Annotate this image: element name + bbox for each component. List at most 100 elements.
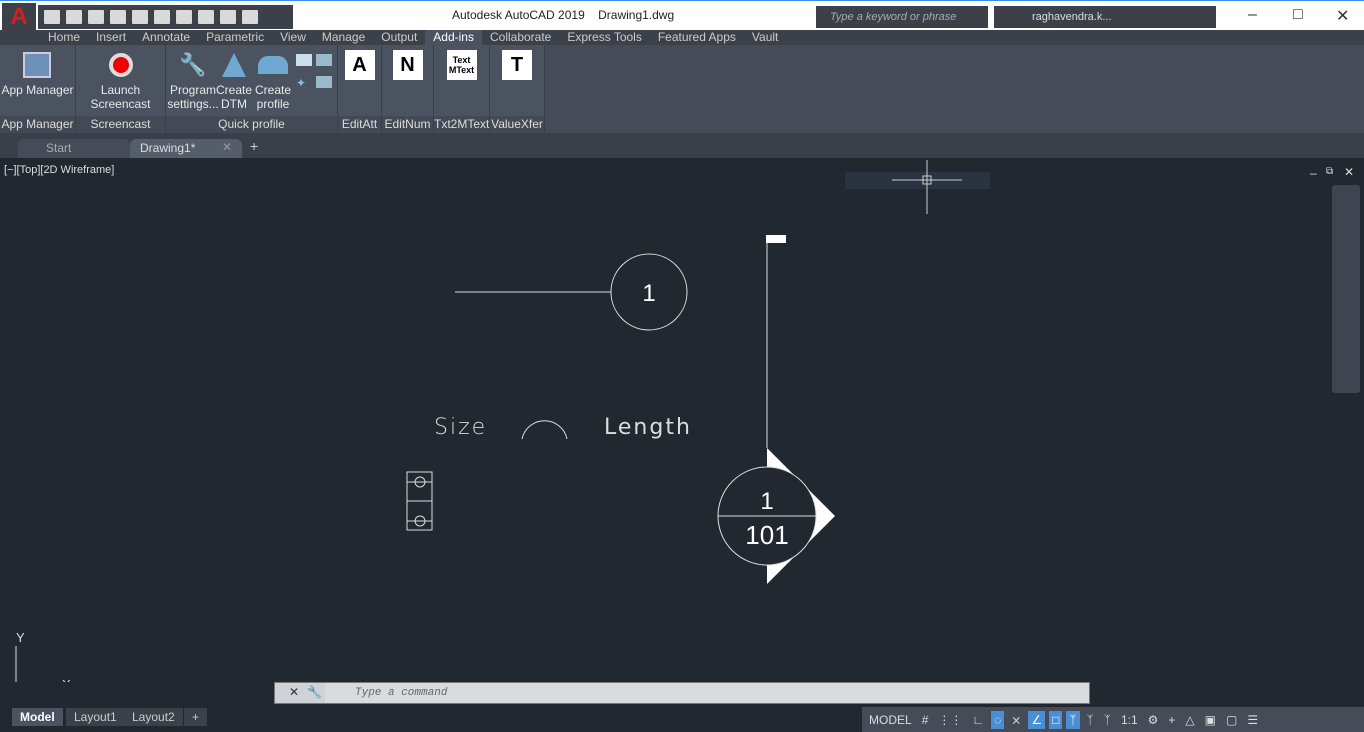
web-open-icon[interactable]: [154, 10, 170, 24]
document-tabs: Start Drawing1* ✕ +: [0, 133, 1364, 158]
app-manager-button[interactable]: App Manager: [1, 50, 74, 116]
panel-app-manager: App Manager App Manager: [0, 45, 76, 133]
length-label[interactable]: Length: [604, 415, 692, 440]
tools-icon: 🔧: [179, 52, 207, 77]
user-signin[interactable]: raghavendra.k...: [994, 6, 1216, 28]
tab-insert[interactable]: Insert: [88, 30, 134, 45]
add-layout-button[interactable]: +: [184, 708, 208, 726]
panel-title: Screencast Plugin: [76, 116, 165, 148]
tab-express-tools[interactable]: Express Tools: [559, 30, 649, 45]
ribbon-tabs: Home Insert Annotate Parametric View Man…: [0, 30, 1364, 45]
valuexfer-button[interactable]: T: [502, 50, 532, 80]
gear-icon[interactable]: ⚙: [1145, 711, 1162, 729]
maximize-button[interactable]: □: [1293, 6, 1303, 24]
new-icon[interactable]: [44, 10, 60, 24]
editnum-button[interactable]: N: [392, 50, 423, 80]
ortho-icon[interactable]: ∟: [969, 711, 987, 729]
editatt-button[interactable]: A: [344, 50, 375, 80]
tab-parametric[interactable]: Parametric: [198, 30, 272, 45]
create-profile-button[interactable]: Create profile: [254, 50, 292, 116]
auto-scale-icon[interactable]: ᛉ: [1084, 711, 1097, 729]
layout-tab-model[interactable]: Model: [12, 708, 63, 726]
balloon-number: 1: [642, 280, 655, 307]
menu-icon[interactable]: ☰: [1244, 711, 1261, 729]
application-menu-button[interactable]: A: [2, 3, 36, 33]
polar-icon[interactable]: ◌: [991, 710, 1005, 729]
save-icon[interactable]: [110, 10, 126, 24]
redo-icon[interactable]: [242, 10, 258, 24]
layout-tab-layout2[interactable]: Layout2: [124, 708, 183, 726]
bubble-bottom-number: 101: [745, 520, 788, 550]
print-icon[interactable]: [198, 10, 214, 24]
doc-tab-start[interactable]: Start: [18, 139, 130, 158]
layout-tab-layout1[interactable]: Layout1: [66, 708, 125, 726]
tab-add-ins[interactable]: Add-ins: [425, 30, 482, 45]
minimize-button[interactable]: –: [1248, 6, 1257, 24]
customize-icon[interactable]: 🔧: [307, 685, 322, 699]
close-tab-icon[interactable]: ✕: [222, 140, 232, 154]
launch-screencast-button[interactable]: Launch Screencast: [90, 50, 151, 116]
flag-marker[interactable]: [766, 235, 786, 243]
folder-icon[interactable]: [316, 54, 332, 66]
ucs-y-label: Y: [16, 630, 25, 645]
search-input[interactable]: Type a keyword or phrase: [816, 6, 988, 28]
create-dtm-button[interactable]: Create DTM: [216, 50, 252, 116]
tab-manage[interactable]: Manage: [314, 30, 373, 45]
annotation-visibility-icon[interactable]: ᛉ: [1066, 710, 1080, 729]
annotation-scale-value[interactable]: 1:1: [1118, 711, 1141, 729]
object-snap-icon[interactable]: □: [1049, 710, 1063, 729]
arc-symbol[interactable]: [521, 420, 568, 440]
ribbon: App Manager App Manager Launch Screencas…: [0, 45, 545, 148]
bubble-top-number: 1: [760, 488, 773, 515]
tab-vault[interactable]: Vault: [744, 30, 786, 45]
open-sheet-icon[interactable]: [88, 10, 104, 24]
undo-icon[interactable]: [220, 10, 236, 24]
open-icon[interactable]: [66, 10, 82, 24]
panel-txt2mtext: Text MText Txt2MText: [434, 45, 490, 133]
isodraft-icon[interactable]: ⨯: [1008, 711, 1024, 729]
navigation-bar[interactable]: [1332, 185, 1360, 393]
viewport-close-icon[interactable]: ✕: [1344, 165, 1354, 179]
panel-title: App Manager: [0, 116, 75, 133]
status-bar: Model Layout1 Layout2 + MODEL # ⋮⋮ ∟ ◌ ⨯…: [0, 704, 1364, 732]
size-label[interactable]: Size: [434, 415, 487, 440]
panel-quick-profile: 🔧 Program settings... Create DTM Create p…: [166, 45, 338, 133]
fullscreen-icon[interactable]: ▢: [1223, 711, 1240, 729]
close-command-icon[interactable]: ✕: [289, 685, 299, 699]
bearing-symbol[interactable]: [406, 471, 433, 531]
model-space-button[interactable]: MODEL: [866, 711, 915, 729]
share-icon[interactable]: [176, 10, 192, 24]
panel-title: ValueXfer: [490, 116, 544, 133]
dtm-icon: [218, 50, 250, 80]
drawing-canvas[interactable]: 1 Size Length 1 101 Y X: [0, 158, 1330, 682]
panel-valuexfer: T ValueXfer: [490, 45, 545, 133]
program-settings-button[interactable]: 🔧 Program settings...: [167, 50, 218, 116]
object-snap-tracking-icon[interactable]: ∠: [1028, 710, 1046, 729]
new-tab-button[interactable]: +: [250, 138, 258, 154]
save-as-icon[interactable]: [132, 10, 148, 24]
panel-title: EditAtt: [338, 116, 381, 133]
annotation-scale-icon[interactable]: ᛉ: [1101, 711, 1114, 729]
snap-icon[interactable]: ⋮⋮: [935, 711, 965, 729]
tab-annotate[interactable]: Annotate: [134, 30, 198, 45]
plus-icon[interactable]: +: [1165, 711, 1178, 729]
title-bar: A Autodesk AutoCAD 2019 Drawing1.dwg Typ…: [0, 0, 1364, 33]
quick-access-toolbar: [38, 5, 293, 29]
txt2mtext-button[interactable]: Text MText: [446, 50, 477, 80]
tab-view[interactable]: View: [272, 30, 314, 45]
grid-icon[interactable]: #: [919, 711, 932, 729]
isolate-objects-icon[interactable]: △: [1182, 711, 1197, 729]
station-icon[interactable]: [296, 54, 312, 66]
folder-point-icon[interactable]: [316, 76, 332, 88]
record-icon: [105, 50, 137, 80]
tab-collaborate[interactable]: Collaborate: [482, 30, 559, 45]
tab-home[interactable]: Home: [40, 30, 88, 45]
close-button[interactable]: ✕: [1336, 6, 1349, 26]
tab-output[interactable]: Output: [373, 30, 425, 45]
tab-featured-apps[interactable]: Featured Apps: [650, 30, 744, 45]
command-input[interactable]: Type a command: [325, 683, 1089, 703]
panel-screencast: Launch Screencast Screencast Plugin: [76, 45, 166, 148]
lock-ui-icon[interactable]: ▣: [1202, 711, 1219, 729]
point-icon[interactable]: ✦: [296, 76, 312, 90]
ucs-icon: [15, 646, 17, 682]
